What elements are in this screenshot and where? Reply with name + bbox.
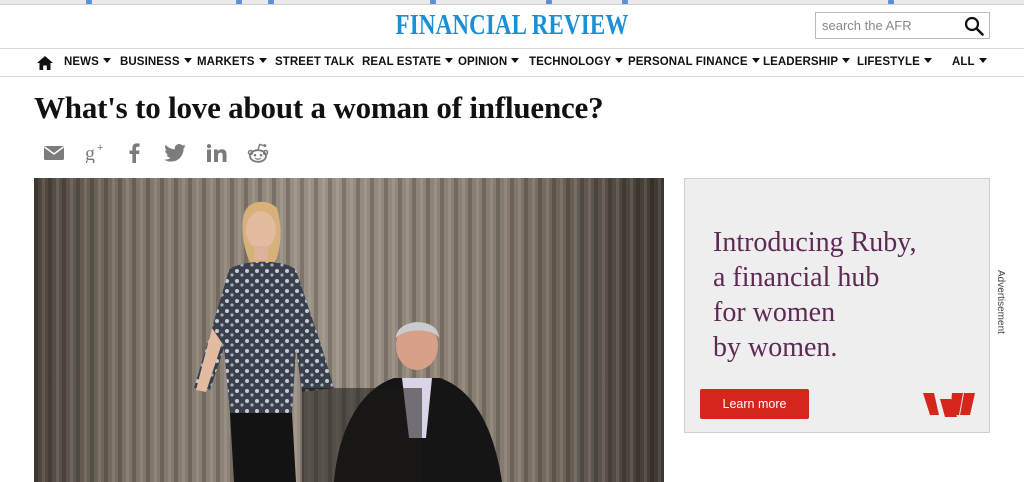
nav-item-label: LIFESTYLE <box>857 56 920 68</box>
ad-line: Introducing Ruby, <box>713 227 917 258</box>
nav-item-label: REAL ESTATE <box>362 56 442 68</box>
article-headline: What's to love about a woman of influenc… <box>34 90 604 125</box>
nav-item-business[interactable]: BUSINESS <box>120 56 192 68</box>
ad-line: a financial hub <box>713 262 880 293</box>
search-box[interactable] <box>815 12 990 39</box>
nav-item-label: ALL <box>952 56 975 68</box>
masthead: FINANCIAL REVIEW <box>0 5 1024 48</box>
nav-item-label: STREET TALK <box>275 56 355 68</box>
nav-item-technology[interactable]: TECHNOLOGY <box>529 56 624 68</box>
advertisement-label: Advertisement <box>994 270 1006 340</box>
chevron-down-icon <box>102 58 111 63</box>
search-icon[interactable] <box>964 16 984 36</box>
google-plus-icon[interactable]: g + <box>84 141 108 163</box>
nav-item-street-talk[interactable]: STREET TALK <box>275 56 354 68</box>
chevron-down-icon <box>923 58 932 63</box>
nav-item-news[interactable]: NEWS <box>64 56 111 68</box>
advertisement-label-text: Advertisement <box>995 270 1006 334</box>
linkedin-icon[interactable] <box>207 144 227 164</box>
nav-item-leadership[interactable]: LEADERSHIP <box>763 56 851 68</box>
svg-text:g: g <box>85 143 95 163</box>
twitter-icon[interactable] <box>164 144 186 164</box>
nav-item-all[interactable]: ALL <box>952 56 987 68</box>
nav-item-label: NEWS <box>64 56 99 68</box>
nav-item-label: MARKETS <box>197 56 255 68</box>
nav-item-personal-finance[interactable]: PERSONAL FINANCE <box>628 56 760 68</box>
nav-item-lifestyle[interactable]: LIFESTYLE <box>857 56 932 68</box>
main-navigation: NEWS BUSINESS MARKETS STREET TALK REAL E… <box>0 48 1024 77</box>
home-icon[interactable] <box>37 56 53 70</box>
chevron-down-icon <box>615 58 624 63</box>
nav-item-label: PERSONAL FINANCE <box>628 56 748 68</box>
chevron-down-icon <box>511 58 520 63</box>
ad-headline: Introducing Ruby, a financial hub for wo… <box>713 225 917 365</box>
chevron-down-icon <box>842 58 851 63</box>
email-icon[interactable] <box>44 146 64 166</box>
site-logo[interactable]: FINANCIAL REVIEW <box>92 10 932 42</box>
article-photo[interactable] <box>34 178 664 482</box>
nav-item-opinion[interactable]: OPINION <box>458 56 520 68</box>
nav-item-label: TECHNOLOGY <box>529 56 612 68</box>
chevron-down-icon <box>751 58 760 63</box>
nav-item-label: OPINION <box>458 56 508 68</box>
reddit-icon[interactable] <box>247 142 269 163</box>
search-input[interactable] <box>816 13 961 38</box>
chevron-down-icon <box>445 58 454 63</box>
learn-more-button[interactable]: Learn more <box>700 389 809 419</box>
nav-item-real-estate[interactable]: REAL ESTATE <box>362 56 454 68</box>
chevron-down-icon <box>258 58 267 63</box>
ad-line: by women. <box>713 332 838 363</box>
westpac-logo-icon <box>923 393 975 417</box>
chevron-down-icon <box>978 58 987 63</box>
ad-line: for women <box>713 297 836 328</box>
nav-item-markets[interactable]: MARKETS <box>197 56 267 68</box>
facebook-icon[interactable] <box>128 143 140 163</box>
photo-illustration <box>34 178 664 482</box>
svg-text:+: + <box>97 142 103 154</box>
nav-item-label: BUSINESS <box>120 56 180 68</box>
chevron-down-icon <box>183 58 192 63</box>
advertisement-banner[interactable]: Introducing Ruby, a financial hub for wo… <box>684 178 990 433</box>
nav-item-label: LEADERSHIP <box>763 56 839 68</box>
